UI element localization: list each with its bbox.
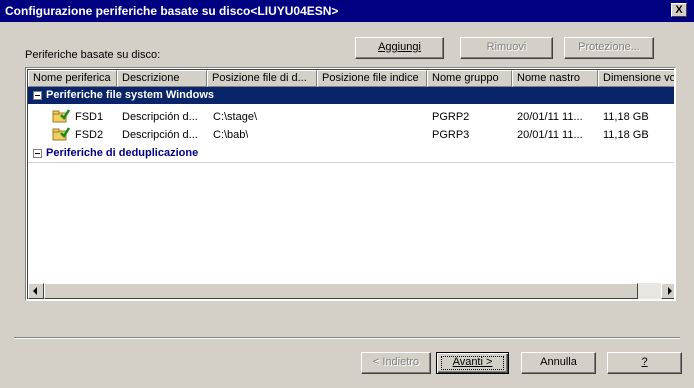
list-item[interactable]: FSD1 Descripción d... C:\stage\ PGRP2 20… xyxy=(28,108,674,126)
cell-device-name: FSD1 xyxy=(75,111,104,123)
horizontal-scrollbar[interactable] xyxy=(28,283,674,299)
title-bar: Configurazione periferiche basate su dis… xyxy=(0,0,694,22)
cancel-button-label: Annulla xyxy=(540,356,577,368)
column-header-data-path[interactable]: Posizione file di d... xyxy=(207,70,317,87)
dialog-window: Configurazione periferiche basate su dis… xyxy=(0,0,694,388)
add-button[interactable]: Aggiungi xyxy=(355,37,444,59)
remove-button[interactable]: Rimuovi xyxy=(460,37,553,59)
column-header-index-path[interactable]: Posizione file indice xyxy=(317,70,427,87)
cancel-button[interactable]: Annulla xyxy=(521,352,596,374)
add-button-label: Aggiungi xyxy=(378,41,421,53)
cell-device-name: FSD2 xyxy=(75,129,104,141)
cell-data-path: C:\stage\ xyxy=(213,111,258,123)
scroll-left-button[interactable] xyxy=(28,283,44,299)
device-list-view[interactable]: Nome periferica Descrizione Posizione fi… xyxy=(25,67,676,301)
group-label: Periferiche file system Windows xyxy=(46,89,215,101)
group-label: Periferiche di deduplicazione xyxy=(46,147,199,159)
cell-volume-size: 11,18 GB xyxy=(603,111,649,123)
next-button-label: Avanti > xyxy=(452,356,493,368)
folder-check-icon xyxy=(52,127,70,141)
column-header-tape-name[interactable]: Nome nastro xyxy=(512,70,598,87)
cell-description: Descripción d... xyxy=(122,111,198,123)
column-header-device-name[interactable]: Nome periferica xyxy=(28,70,117,87)
close-button[interactable]: X xyxy=(671,3,687,17)
separator xyxy=(14,337,680,339)
section-label: Periferiche basate su disco: xyxy=(25,49,161,61)
group-header-deduplication[interactable]: Periferiche di deduplicazione xyxy=(28,145,674,163)
cell-volume-size: 11,18 GB xyxy=(603,129,649,141)
cell-group-name: PGRP3 xyxy=(432,129,470,141)
scroll-right-button[interactable] xyxy=(661,283,674,299)
column-header-description[interactable]: Descrizione xyxy=(117,70,207,87)
protection-button[interactable]: Protezione... xyxy=(564,37,654,59)
back-button[interactable]: < Indietro xyxy=(361,352,431,374)
arrow-left-icon xyxy=(33,287,37,295)
group-header-windows-fs[interactable]: Periferiche file system Windows xyxy=(28,87,674,104)
help-button-label: ? xyxy=(641,356,648,368)
cell-group-name: PGRP2 xyxy=(432,111,470,123)
cell-tape-name: 20/01/11 11... xyxy=(517,129,583,141)
folder-check-icon xyxy=(52,109,70,123)
collapse-icon[interactable] xyxy=(33,149,42,158)
window-title: Configurazione periferiche basate su dis… xyxy=(5,4,339,18)
back-button-label: < Indietro xyxy=(372,356,420,368)
next-button[interactable]: Avanti > xyxy=(436,352,509,374)
remove-button-label: Rimuovi xyxy=(486,41,527,53)
arrow-right-icon xyxy=(668,287,672,295)
help-button[interactable]: ? xyxy=(607,352,682,374)
cell-tape-name: 20/01/11 11... xyxy=(517,111,583,123)
list-item[interactable]: FSD2 Descripción d... C:\bab\ PGRP3 20/0… xyxy=(28,126,674,144)
cell-data-path: C:\bab\ xyxy=(213,129,249,141)
column-header-volume-size[interactable]: Dimensione volu xyxy=(598,70,674,87)
cell-description: Descripción d... xyxy=(122,129,198,141)
collapse-icon[interactable] xyxy=(33,91,42,100)
scroll-thumb[interactable] xyxy=(44,283,638,299)
protection-button-label: Protezione... xyxy=(578,41,640,53)
column-header-group-name[interactable]: Nome gruppo xyxy=(427,70,512,87)
